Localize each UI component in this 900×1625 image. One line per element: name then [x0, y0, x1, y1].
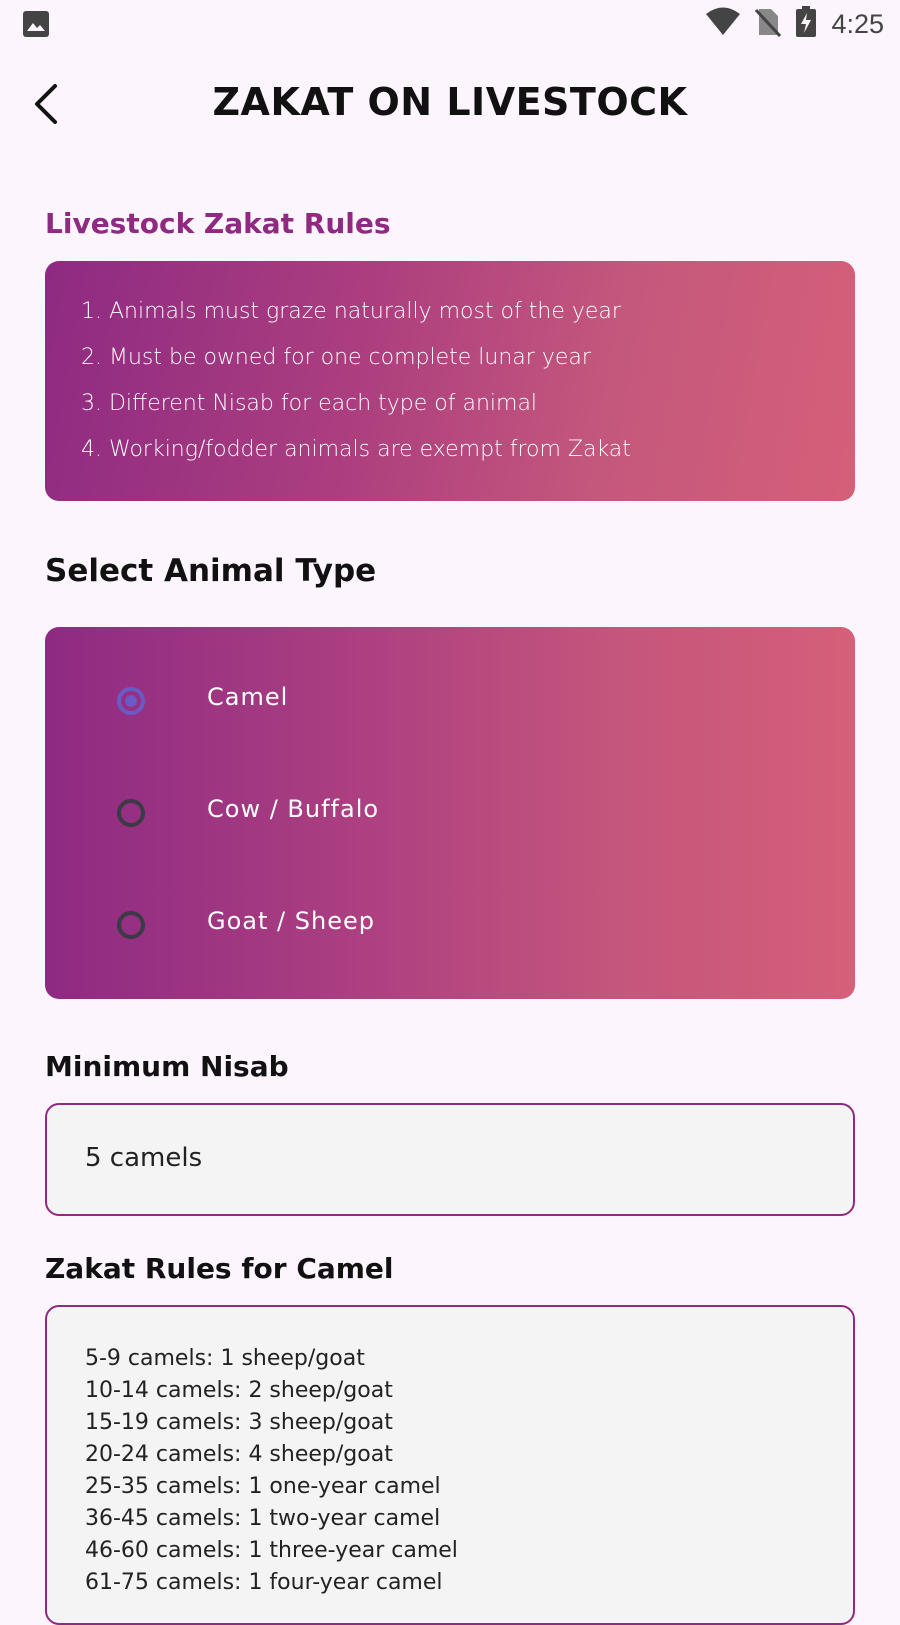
- select-animal-title: Select Animal Type: [45, 553, 377, 589]
- nisab-title: Minimum Nisab: [45, 1050, 289, 1083]
- camel-rule-item: 5-9 camels: 1 sheep/goat: [85, 1346, 365, 1371]
- status-time: 4:25: [831, 8, 884, 39]
- rule-item: 2. Must be owned for one complete lunar …: [81, 345, 591, 370]
- radio-option-goat-sheep[interactable]: Goat / Sheep: [45, 879, 855, 979]
- camel-rules-box[interactable]: 5-9 camels: 1 sheep/goat 10-14 camels: 2…: [45, 1305, 855, 1625]
- radio-label: Goat / Sheep: [207, 907, 375, 935]
- radio-label: Camel: [207, 683, 289, 711]
- rules-card: 1. Animals must graze naturally most of …: [45, 261, 855, 501]
- radio-button-selected[interactable]: [117, 687, 145, 715]
- wifi-icon: [705, 7, 741, 41]
- radio-option-cow-buffalo[interactable]: Cow / Buffalo: [45, 767, 855, 867]
- camel-rule-item: 10-14 camels: 2 sheep/goat: [85, 1378, 393, 1403]
- page-title: ZAKAT ON LIVESTOCK: [212, 80, 688, 124]
- battery-charging-icon: [795, 6, 817, 42]
- rule-item: 1. Animals must graze naturally most of …: [81, 299, 621, 324]
- camel-rule-item: 20-24 camels: 4 sheep/goat: [85, 1442, 393, 1467]
- camel-rule-item: 61-75 camels: 1 four-year camel: [85, 1570, 443, 1595]
- camel-rule-item: 15-19 camels: 3 sheep/goat: [85, 1410, 393, 1435]
- rule-item: 4. Working/fodder animals are exempt fro…: [81, 437, 631, 462]
- nisab-field: 5 camels: [45, 1103, 855, 1216]
- radio-label: Cow / Buffalo: [207, 795, 380, 823]
- camel-rule-item: 46-60 camels: 1 three-year camel: [85, 1538, 458, 1563]
- camel-rule-item: 25-35 camels: 1 one-year camel: [85, 1474, 441, 1499]
- app-bar: ZAKAT ON LIVESTOCK: [0, 62, 900, 146]
- camel-rule-item: 36-45 camels: 1 two-year camel: [85, 1506, 441, 1531]
- nisab-value: 5 camels: [85, 1143, 203, 1173]
- animal-type-radio-group: Camel Cow / Buffalo Goat / Sheep: [45, 627, 855, 999]
- radio-button[interactable]: [117, 799, 145, 827]
- rules-section-title: Livestock Zakat Rules: [45, 207, 391, 240]
- rule-item: 3. Different Nisab for each type of anim…: [81, 391, 538, 416]
- radio-button[interactable]: [117, 911, 145, 939]
- no-sim-icon: [755, 7, 782, 41]
- radio-option-camel[interactable]: Camel: [45, 655, 855, 755]
- status-bar: 4:25: [0, 0, 900, 48]
- image-icon: [22, 10, 50, 42]
- camel-rules-title: Zakat Rules for Camel: [45, 1252, 394, 1285]
